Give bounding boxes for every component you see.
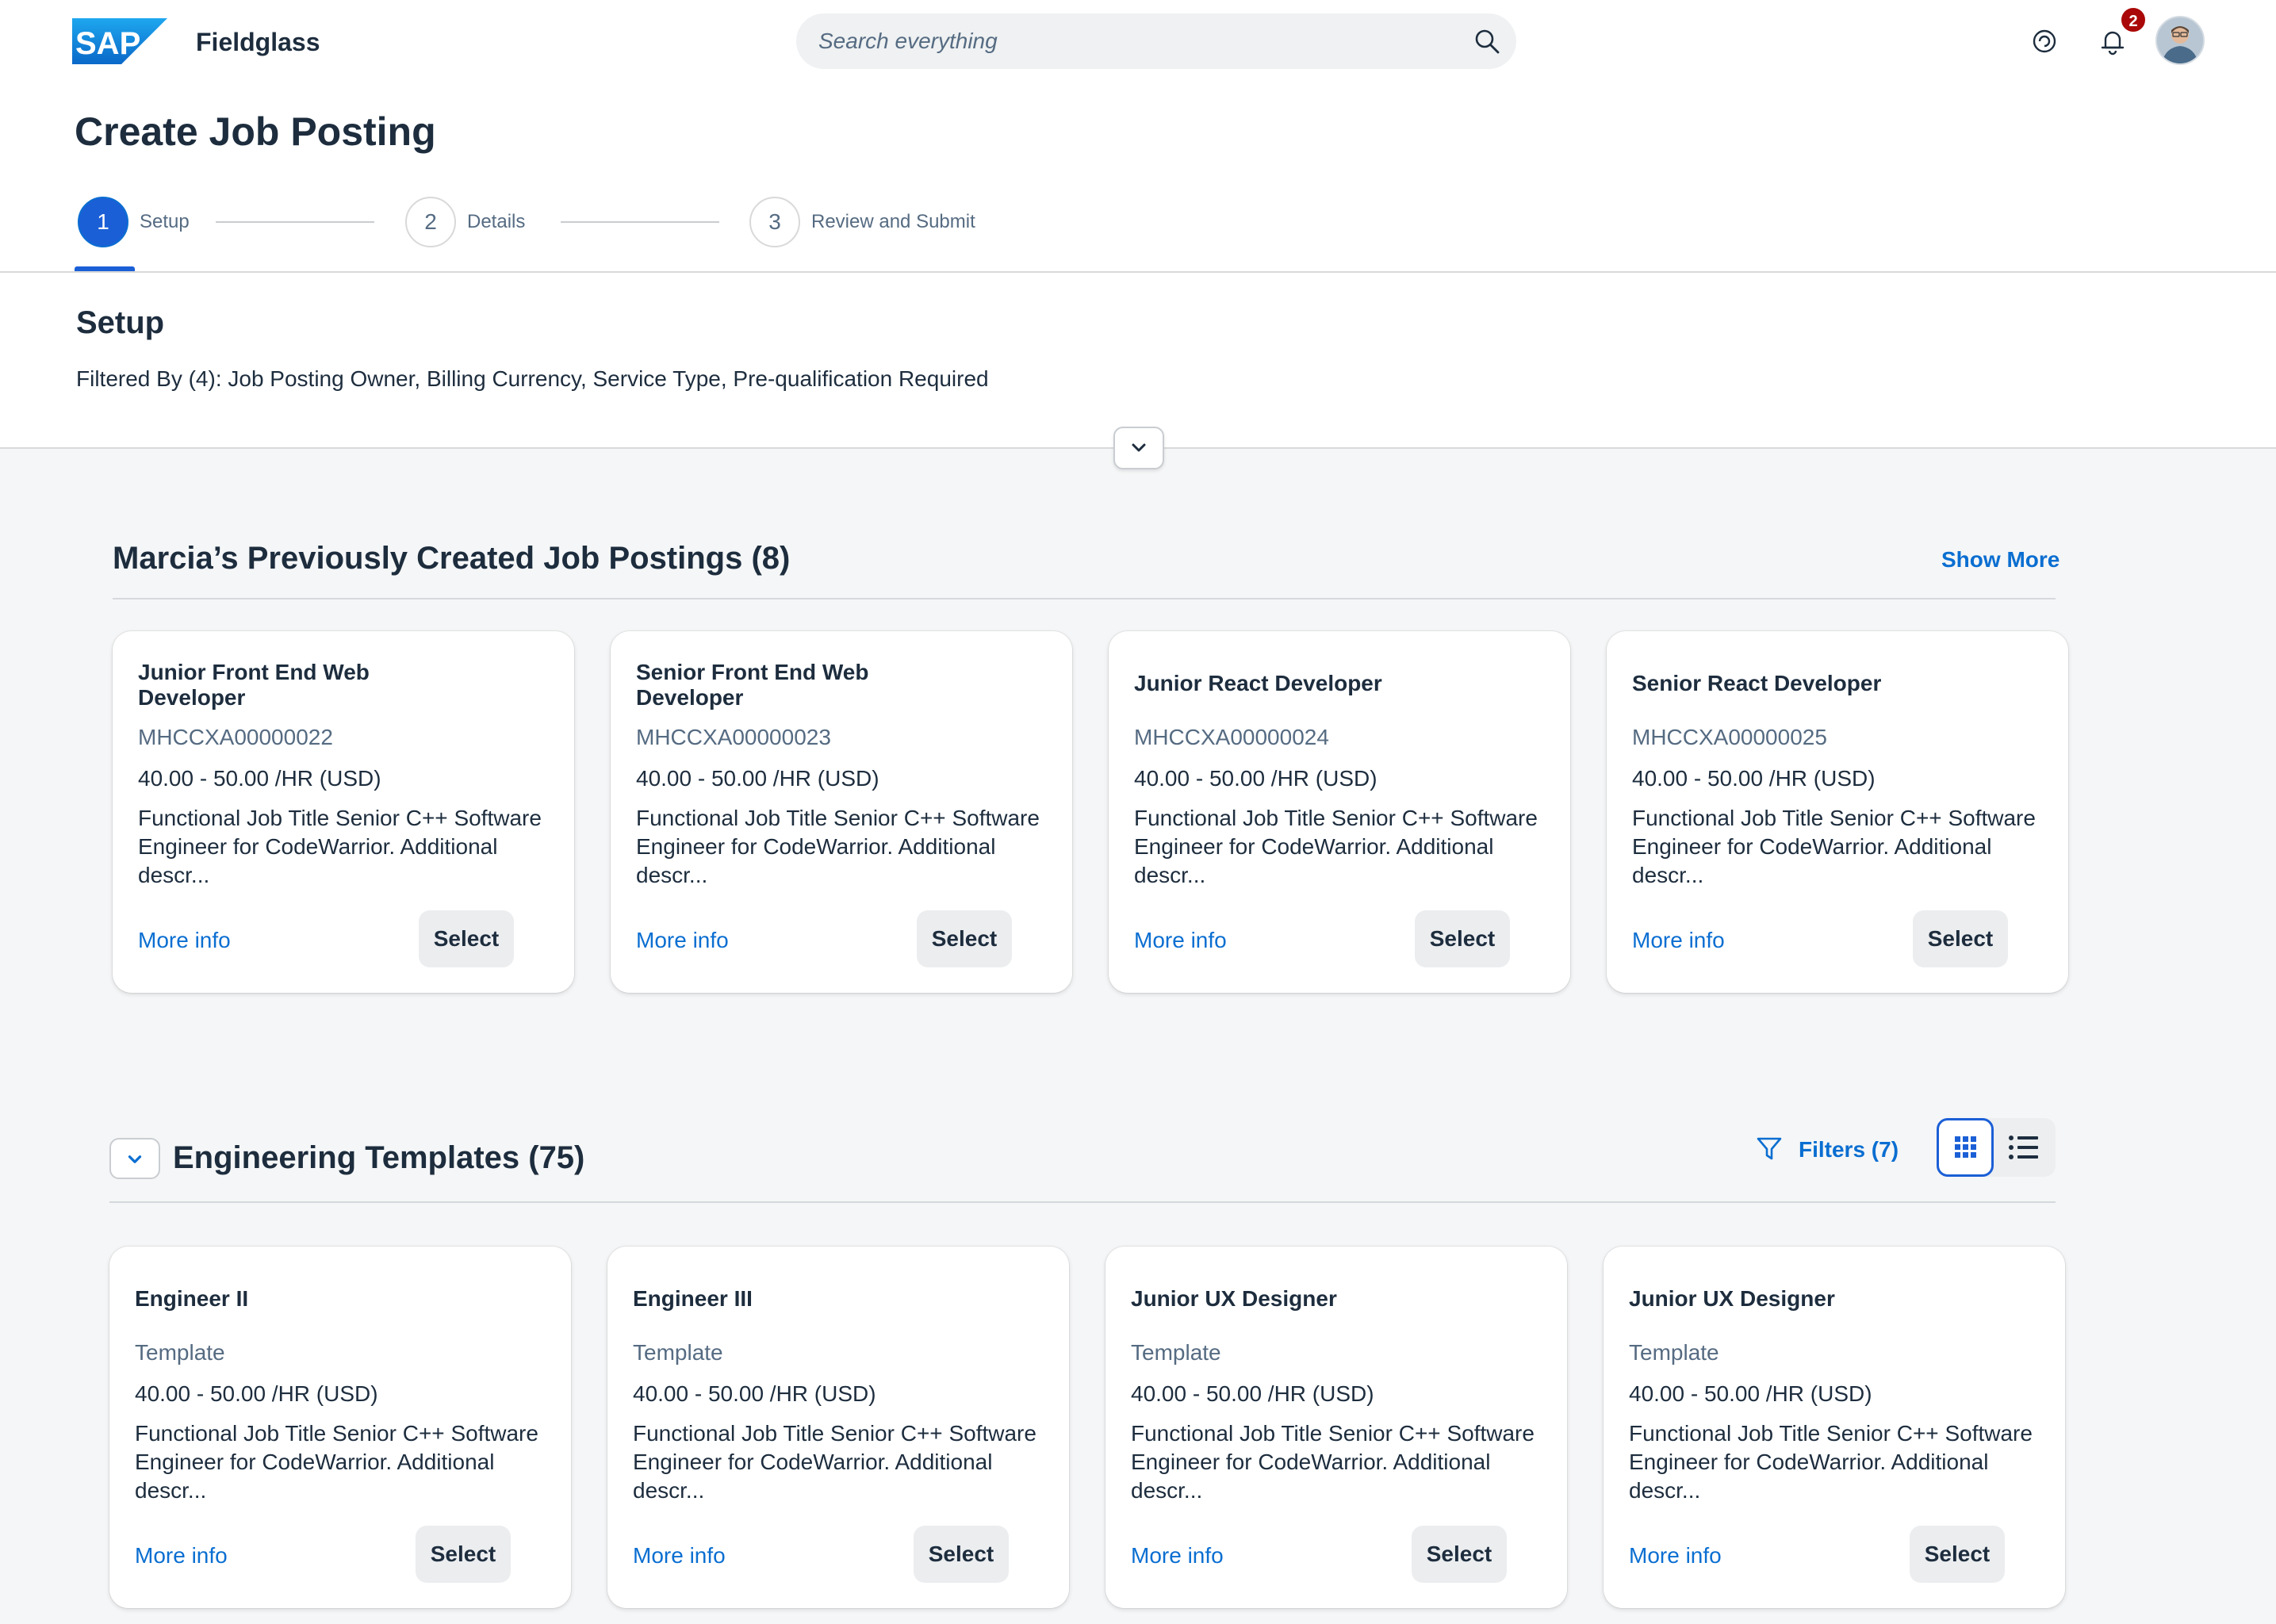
product-name: Fieldglass (196, 28, 320, 56)
template-card[interactable]: Junior UX Designer Template 40.00 - 50.0… (1105, 1247, 1567, 1608)
joule-icon[interactable] (2029, 25, 2060, 57)
select-button[interactable]: Select (1910, 1526, 2005, 1583)
sap-logo[interactable]: SAP (72, 18, 167, 64)
page-header: Create Job Posting 1 Setup 2 Details 3 R… (0, 82, 2276, 273)
notification-badge: 2 (2120, 6, 2147, 33)
select-button[interactable]: Select (914, 1526, 1009, 1583)
select-button[interactable]: Select (1415, 910, 1510, 967)
setup-title: Setup (76, 305, 165, 340)
section-divider (113, 598, 2056, 599)
card-id: MHCCXA00000022 (138, 725, 333, 749)
step-number: 2 (405, 197, 456, 247)
section-divider (109, 1201, 2056, 1203)
card-description: Functional Job Title Senior C++ Software… (636, 806, 1040, 887)
card-rate: 40.00 - 50.00 /HR (USD) (1134, 766, 1377, 791)
select-button[interactable]: Select (419, 910, 514, 967)
card-description: Functional Job Title Senior C++ Software… (138, 806, 542, 887)
card-title: Senior Front End Web Developer (636, 660, 869, 710)
active-step-indicator (75, 266, 135, 271)
grid-view-button[interactable] (1937, 1118, 1994, 1177)
more-info-link[interactable]: More info (1131, 1542, 1224, 1570)
card-type: Template (633, 1340, 723, 1365)
card-description: Functional Job Title Senior C++ Software… (1134, 806, 1538, 887)
setup-section: Setup Filtered By (4): Job Posting Owner… (0, 273, 2276, 449)
chevron-down-icon (1132, 443, 1146, 452)
card-type: Template (1629, 1340, 1719, 1365)
step-connector (561, 221, 719, 223)
step-number: 1 (78, 197, 128, 247)
card-rate: 40.00 - 50.00 /HR (USD) (1131, 1381, 1374, 1406)
more-info-link[interactable]: More info (138, 926, 231, 955)
card-id: MHCCXA00000024 (1134, 725, 1329, 749)
card-description: Functional Job Title Senior C++ Software… (1629, 1421, 2033, 1503)
card-rate: 40.00 - 50.00 /HR (USD) (1629, 1381, 1872, 1406)
filter-summary: Filtered By (4): Job Posting Owner, Bill… (76, 366, 989, 391)
search-input[interactable]: Search everything (818, 26, 998, 56)
job-posting-card[interactable]: Junior React Developer MHCCXA00000024 40… (1109, 631, 1570, 993)
more-info-link[interactable]: More info (1629, 1542, 1722, 1570)
card-title: Senior React Developer (1632, 671, 1882, 695)
step-number: 3 (749, 197, 800, 247)
grid-icon (1955, 1136, 1976, 1158)
collapse-header-button[interactable] (1113, 427, 1164, 469)
step-label: Details (467, 211, 526, 232)
card-type: Template (1131, 1340, 1221, 1365)
card-title: Engineer II (135, 1286, 249, 1311)
card-title: Junior Front End Web Developer (138, 660, 370, 710)
job-posting-card[interactable]: Senior React Developer MHCCXA00000025 40… (1607, 631, 2068, 993)
view-mode-toggle[interactable] (1937, 1118, 2056, 1177)
card-id: MHCCXA00000023 (636, 725, 831, 749)
more-info-link[interactable]: More info (1632, 926, 1725, 955)
step-label: Setup (140, 211, 190, 232)
search-icon[interactable] (1473, 28, 1500, 55)
card-title: Junior UX Designer (1629, 1286, 1835, 1311)
card-rate: 40.00 - 50.00 /HR (USD) (636, 766, 879, 791)
card-rate: 40.00 - 50.00 /HR (USD) (138, 766, 381, 791)
card-description: Functional Job Title Senior C++ Software… (1632, 806, 2036, 887)
search-bar[interactable]: Search everything (796, 13, 1516, 69)
person-icon (2157, 17, 2203, 63)
more-info-link[interactable]: More info (633, 1542, 726, 1570)
select-button[interactable]: Select (1913, 910, 2008, 967)
job-posting-card[interactable]: Senior Front End Web Developer MHCCXA000… (611, 631, 1072, 993)
card-description: Functional Job Title Senior C++ Software… (1131, 1421, 1535, 1503)
step-label: Review and Submit (811, 211, 975, 232)
more-info-link[interactable]: More info (636, 926, 729, 955)
template-card[interactable]: Engineer II Template 40.00 - 50.00 /HR (… (109, 1247, 571, 1608)
user-avatar[interactable] (2155, 16, 2205, 65)
card-id: MHCCXA00000025 (1632, 725, 1827, 749)
templates-title: Engineering Templates (75) (173, 1140, 585, 1175)
filters-label: Filters (7) (1799, 1137, 1899, 1162)
chevron-down-icon (128, 1155, 142, 1163)
card-title: Junior React Developer (1134, 671, 1382, 695)
card-rate: 40.00 - 50.00 /HR (USD) (1632, 766, 1876, 791)
previous-postings-title: Marcia’s Previously Created Job Postings… (113, 541, 791, 576)
card-rate: 40.00 - 50.00 /HR (USD) (135, 1381, 378, 1406)
template-card[interactable]: Junior UX Designer Template 40.00 - 50.0… (1604, 1247, 2065, 1608)
list-view-icon[interactable] (2008, 1134, 2040, 1161)
card-description: Functional Job Title Senior C++ Software… (633, 1421, 1036, 1503)
step-connector (216, 221, 374, 223)
shell-bar: SAP Fieldglass Search everything 2 (0, 0, 2276, 82)
more-info-link[interactable]: More info (135, 1542, 228, 1570)
card-rate: 40.00 - 50.00 /HR (USD) (633, 1381, 876, 1406)
page-title: Create Job Posting (75, 109, 436, 154)
card-title: Junior UX Designer (1131, 1286, 1337, 1311)
card-type: Template (135, 1340, 225, 1365)
card-title: Engineer III (633, 1286, 753, 1311)
svg-text:SAP: SAP (75, 26, 140, 61)
select-button[interactable]: Select (917, 910, 1012, 967)
card-description: Functional Job Title Senior C++ Software… (135, 1421, 538, 1503)
template-card[interactable]: Engineer III Template 40.00 - 50.00 /HR … (607, 1247, 1069, 1608)
select-button[interactable]: Select (1412, 1526, 1507, 1583)
more-info-link[interactable]: More info (1134, 926, 1227, 955)
collapse-section-button[interactable] (109, 1138, 160, 1179)
bell-icon[interactable] (2097, 25, 2128, 57)
show-more-link[interactable]: Show More (1941, 546, 2060, 574)
filter-icon (1757, 1137, 1782, 1160)
select-button[interactable]: Select (416, 1526, 511, 1583)
job-posting-card[interactable]: Junior Front End Web Developer MHCCXA000… (113, 631, 574, 993)
